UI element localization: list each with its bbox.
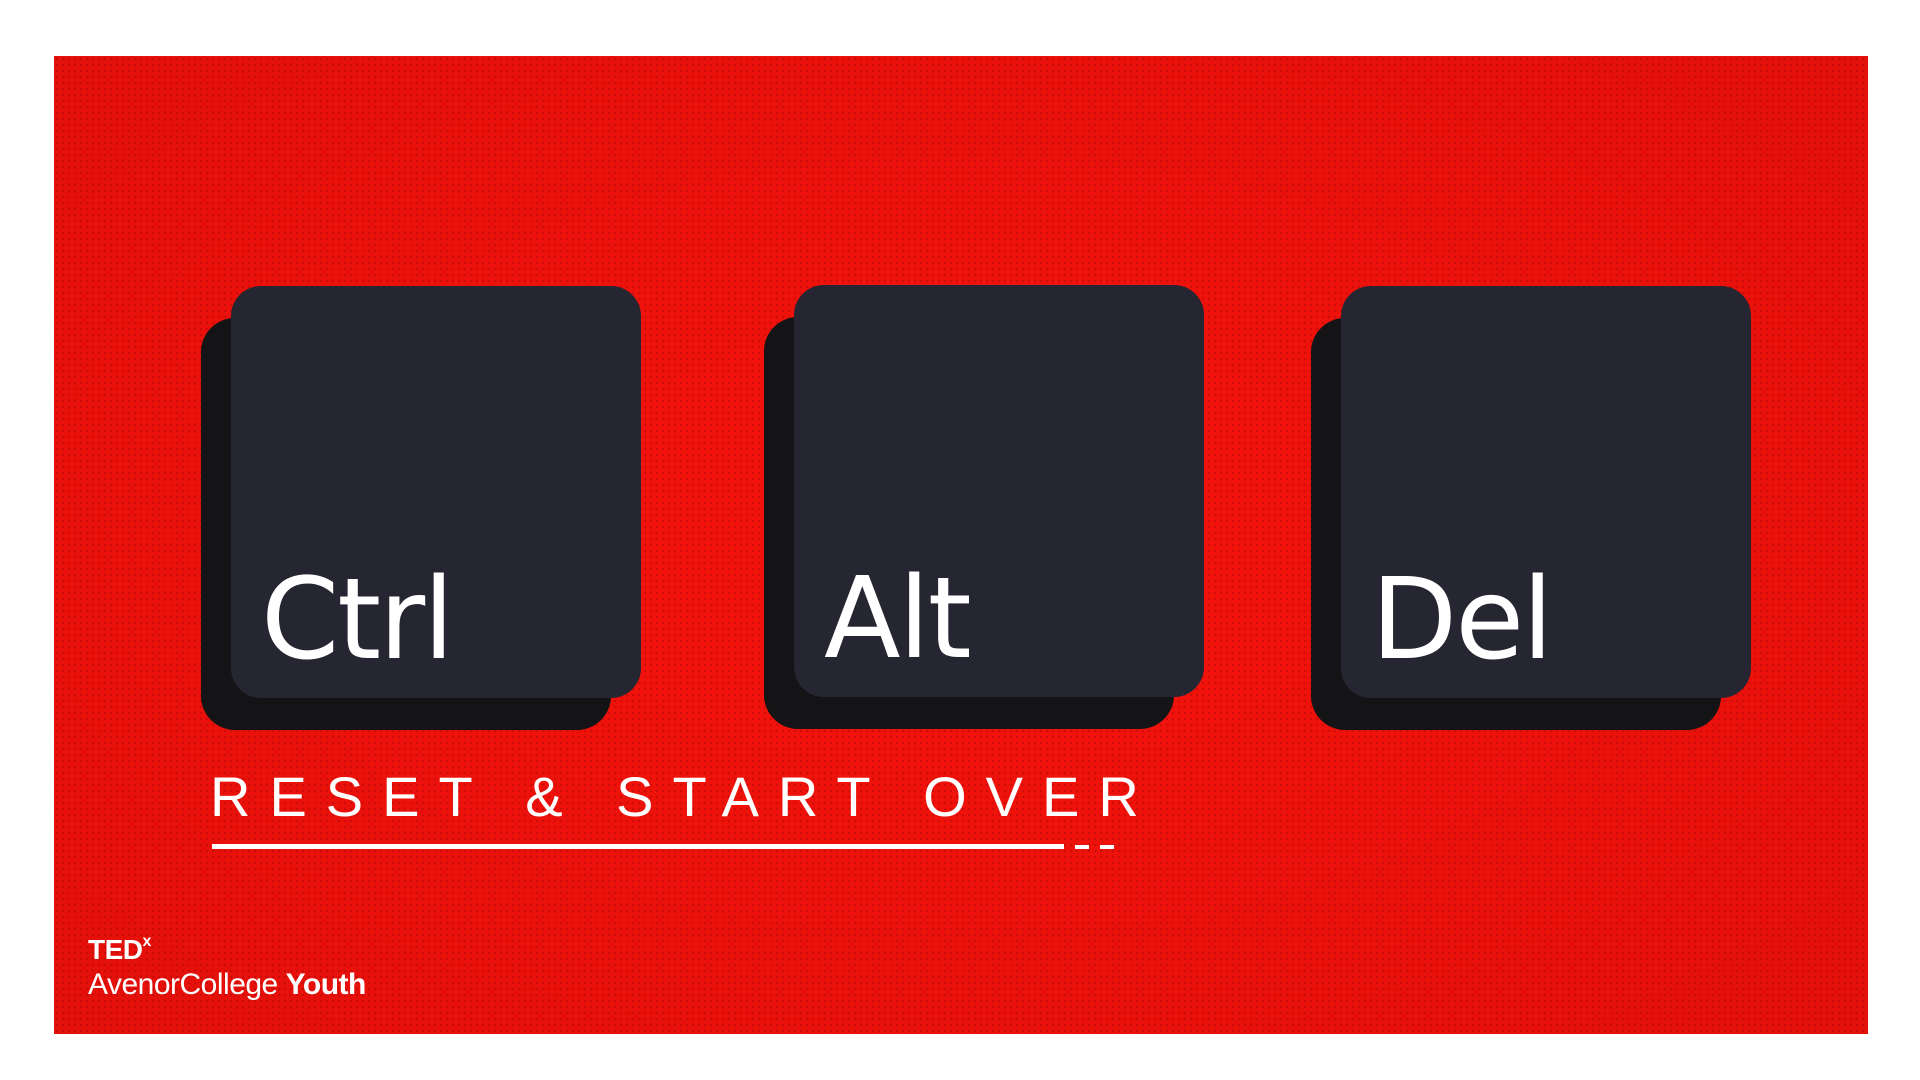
alt-key-face: Alt bbox=[794, 285, 1204, 697]
alt-key: Alt bbox=[764, 285, 1204, 733]
logo-event-bold-text: Youth bbox=[285, 968, 367, 1001]
page: Ctrl Alt Del RESET & START OVER TEDx Ave… bbox=[0, 0, 1920, 1080]
tagline-underline bbox=[212, 844, 1064, 849]
del-key: Del bbox=[1311, 286, 1751, 734]
del-key-label: Del bbox=[1371, 555, 1553, 685]
del-key-face: Del bbox=[1341, 286, 1751, 698]
ctrl-key-face: Ctrl bbox=[231, 286, 641, 698]
logo-event-text: AvenorCollege bbox=[88, 968, 278, 1001]
logo-event-name: AvenorCollege Youth bbox=[88, 970, 366, 1000]
ctrl-key: Ctrl bbox=[201, 286, 641, 734]
alt-key-label: Alt bbox=[824, 554, 972, 684]
underline-dash bbox=[1100, 845, 1114, 849]
logo-ted-text: TED bbox=[88, 934, 143, 965]
ctrl-key-label: Ctrl bbox=[261, 555, 454, 685]
tedx-logo: TEDx AvenorCollege Youth bbox=[88, 933, 366, 1000]
tedx-brand: TEDx bbox=[88, 933, 366, 965]
underline-dash bbox=[1075, 845, 1089, 849]
red-banner: Ctrl Alt Del RESET & START OVER TEDx Ave… bbox=[54, 56, 1868, 1034]
tagline: RESET & START OVER bbox=[210, 765, 1158, 828]
logo-x-superscript: x bbox=[142, 933, 152, 950]
